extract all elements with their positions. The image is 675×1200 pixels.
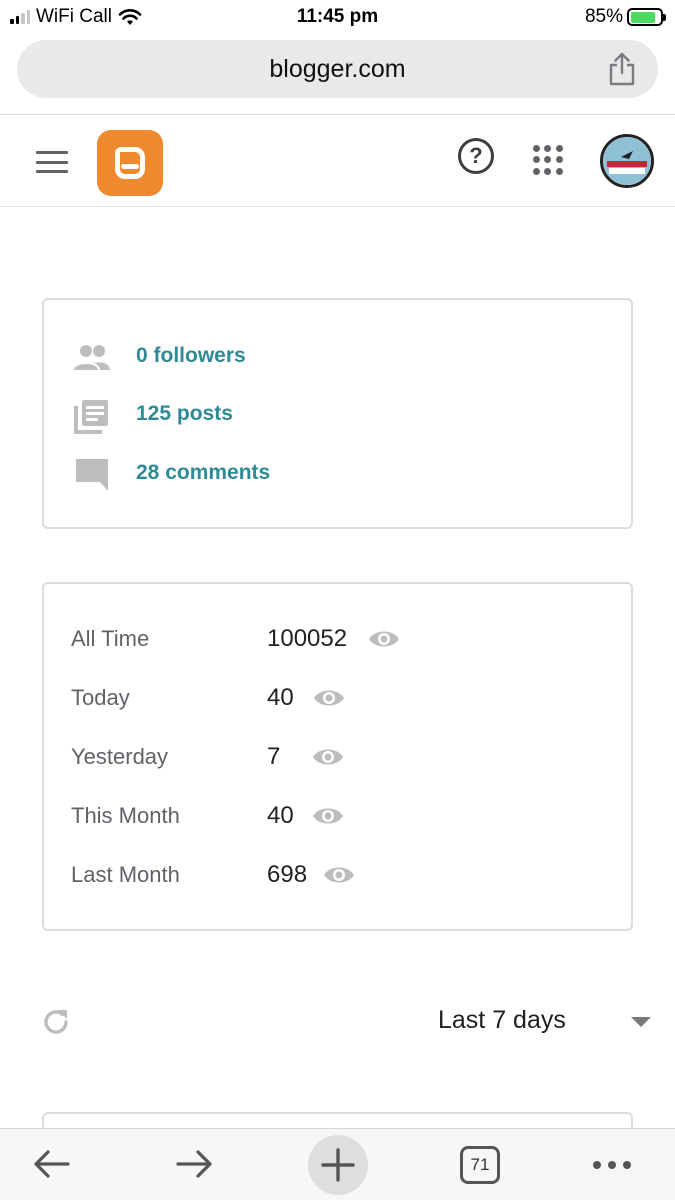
followers-link[interactable]: 0 followers — [136, 344, 246, 368]
url-text[interactable]: blogger.com — [17, 55, 658, 84]
views-row: Today 40 — [44, 681, 633, 717]
status-bar: WiFi Call 11:45 pm 85% — [0, 0, 675, 34]
pageviews-card: All Time 100052 Today 40 Yesterday 7 Thi… — [42, 582, 633, 931]
battery-percent: 85% — [584, 6, 623, 27]
tab-switcher-button[interactable]: 71 — [460, 1146, 500, 1184]
comment-icon — [76, 459, 108, 491]
views-row: Last Month 698 — [44, 858, 633, 894]
avatar[interactable] — [600, 134, 654, 188]
views-label: Last Month — [71, 862, 180, 887]
views-row: Yesterday 7 — [44, 740, 633, 776]
more-menu-icon[interactable] — [593, 1161, 631, 1169]
views-label: All Time — [71, 626, 150, 651]
battery-fill — [630, 11, 656, 23]
blogger-logo-bar — [121, 164, 139, 169]
plus-icon — [321, 1148, 355, 1182]
refresh-icon[interactable] — [40, 1006, 72, 1038]
views-value: 698 — [267, 861, 308, 888]
posts-link[interactable]: 125 posts — [136, 402, 233, 426]
comments-link[interactable]: 28 comments — [136, 461, 270, 485]
date-range-select[interactable]: Last 7 days — [438, 1006, 566, 1035]
eye-icon — [313, 749, 343, 765]
browser-toolbar: 71 — [0, 1128, 675, 1200]
back-arrow-icon[interactable] — [32, 1146, 72, 1182]
views-row: This Month 40 — [44, 799, 633, 835]
blog-stats-card: 0 followers 125 posts 28 comments — [42, 298, 633, 529]
blogger-logo[interactable] — [97, 130, 163, 196]
apps-grid-icon[interactable] — [533, 145, 563, 175]
views-label: Yesterday — [71, 744, 169, 769]
views-row: All Time 100052 — [44, 622, 633, 658]
views-value: 40 — [267, 802, 294, 829]
eye-icon — [313, 808, 343, 824]
status-right: 85% — [584, 6, 666, 28]
chevron-down-icon[interactable] — [631, 1017, 651, 1027]
battery-icon — [627, 8, 666, 26]
new-tab-button[interactable] — [308, 1135, 368, 1195]
views-label: Today — [71, 685, 130, 710]
menu-icon[interactable] — [36, 151, 68, 173]
views-value: 7 — [267, 743, 281, 770]
posts-icon — [74, 400, 108, 434]
eye-icon — [369, 631, 399, 647]
eye-icon — [324, 867, 354, 883]
avatar-image — [603, 137, 651, 185]
help-icon[interactable]: ? — [458, 138, 494, 174]
clock: 11:45 pm — [296, 6, 379, 27]
people-icon — [74, 345, 110, 370]
eye-icon — [314, 690, 344, 706]
share-icon[interactable] — [606, 51, 638, 87]
app-header: ? — [0, 115, 675, 207]
views-label: This Month — [71, 803, 180, 828]
blogger-logo-glyph — [115, 147, 145, 179]
views-value: 40 — [267, 684, 294, 711]
address-bar[interactable]: blogger.com — [17, 40, 658, 98]
forward-arrow-icon[interactable] — [174, 1146, 214, 1182]
views-value: 100052 — [267, 625, 348, 652]
